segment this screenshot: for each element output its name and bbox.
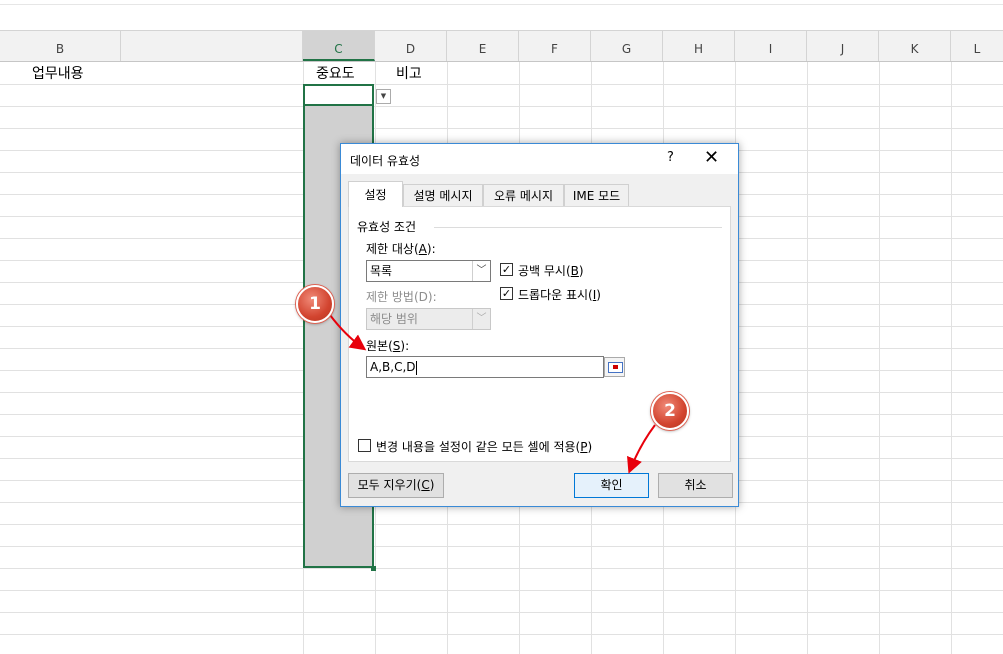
annotation-arrows (329, 314, 656, 474)
arrow-2 (627, 424, 656, 474)
step-badge-2: 2 (651, 392, 689, 430)
tab-settings[interactable]: 설정 (348, 181, 403, 207)
step-badge-1: 1 (296, 285, 334, 323)
arrow-1 (329, 314, 367, 351)
